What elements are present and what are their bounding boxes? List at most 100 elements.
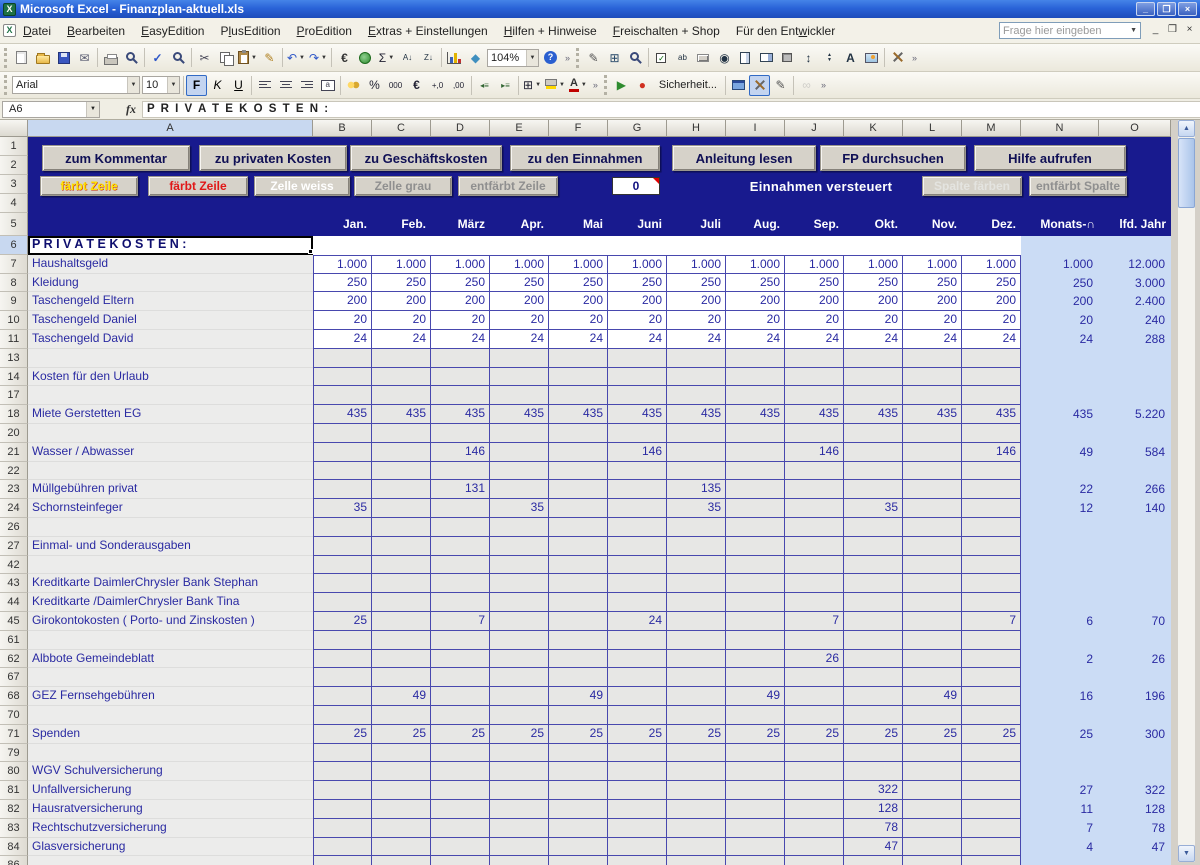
cell[interactable] — [608, 462, 667, 481]
column-header-M[interactable]: M — [962, 120, 1021, 137]
cell[interactable] — [549, 668, 608, 687]
cell[interactable]: 24 — [903, 330, 962, 349]
italic-button[interactable]: K — [207, 75, 228, 96]
year-cell[interactable] — [1099, 668, 1171, 687]
cell[interactable]: 250 — [372, 274, 431, 293]
cell[interactable] — [372, 574, 431, 593]
cell[interactable] — [490, 838, 549, 857]
row-header-82[interactable]: 82 — [0, 800, 28, 819]
cell[interactable] — [785, 744, 844, 763]
cell[interactable] — [313, 819, 372, 838]
cell[interactable] — [962, 518, 1021, 537]
row-label[interactable]: Kreditkarte /DaimlerChrysler Bank Tina — [28, 593, 313, 612]
cell[interactable] — [490, 687, 549, 706]
row-label[interactable]: Hausratversicherung — [28, 800, 313, 819]
insert-function-button[interactable]: fx — [126, 102, 136, 117]
cell[interactable] — [785, 518, 844, 537]
cell[interactable]: 35 — [844, 499, 903, 518]
cell[interactable] — [726, 800, 785, 819]
drawing-button[interactable]: ◆ — [465, 47, 486, 68]
cell[interactable] — [667, 518, 726, 537]
avg-cell[interactable] — [1021, 668, 1099, 687]
cell[interactable]: 200 — [549, 292, 608, 311]
row-label[interactable] — [28, 631, 313, 650]
cell[interactable] — [726, 612, 785, 631]
cell[interactable] — [313, 856, 372, 865]
cell[interactable] — [726, 537, 785, 556]
avg-cell[interactable] — [1021, 462, 1099, 481]
scrollbar-thumb[interactable] — [1178, 138, 1195, 208]
chart-wizard-button[interactable] — [444, 47, 465, 68]
properties-button[interactable]: ⊞ — [604, 47, 625, 68]
row-header-9[interactable]: 9 — [0, 292, 28, 311]
cell[interactable] — [313, 838, 372, 857]
cell[interactable] — [372, 368, 431, 387]
view-code-button[interactable] — [625, 47, 646, 68]
cell[interactable] — [785, 480, 844, 499]
row-label[interactable] — [28, 462, 313, 481]
avg-cell[interactable] — [1021, 706, 1099, 725]
cell[interactable] — [844, 650, 903, 669]
row-label[interactable]: Schornsteinfeger — [28, 499, 313, 518]
togglebutton-control-button[interactable] — [777, 47, 798, 68]
cell[interactable] — [608, 424, 667, 443]
cell[interactable]: 435 — [431, 405, 490, 424]
cell[interactable] — [667, 838, 726, 857]
avg-cell[interactable] — [1021, 556, 1099, 575]
toolbar-grip[interactable] — [604, 75, 607, 95]
cell[interactable] — [903, 462, 962, 481]
column-header-L[interactable]: L — [903, 120, 962, 137]
cell[interactable] — [431, 593, 490, 612]
cell[interactable] — [726, 781, 785, 800]
cell[interactable] — [844, 744, 903, 763]
cell[interactable] — [431, 706, 490, 725]
cell[interactable] — [549, 631, 608, 650]
cell[interactable]: 200 — [844, 292, 903, 311]
cell[interactable]: 24 — [785, 330, 844, 349]
cell[interactable]: 20 — [608, 311, 667, 330]
cell[interactable] — [372, 480, 431, 499]
sort-descending-button[interactable]: Z↓ — [418, 47, 439, 68]
cell[interactable] — [372, 424, 431, 443]
row-header-4[interactable]: 4 — [0, 194, 28, 213]
cell[interactable] — [549, 443, 608, 462]
cell[interactable] — [903, 518, 962, 537]
column-header-K[interactable]: K — [844, 120, 903, 137]
cell[interactable] — [785, 537, 844, 556]
avg-cell[interactable] — [1021, 744, 1099, 763]
cell[interactable] — [667, 612, 726, 631]
cell[interactable]: 20 — [667, 311, 726, 330]
cell[interactable] — [785, 236, 844, 255]
borders-button[interactable]: ⊞▼ — [521, 75, 543, 96]
cell[interactable] — [962, 499, 1021, 518]
year-cell[interactable]: 300 — [1099, 725, 1171, 744]
row-header-10[interactable]: 10 — [0, 311, 28, 330]
cell[interactable] — [726, 462, 785, 481]
row-header-61[interactable]: 61 — [0, 631, 28, 650]
align-right-button[interactable] — [296, 75, 317, 96]
cell[interactable] — [490, 762, 549, 781]
cell[interactable]: 1.000 — [903, 255, 962, 274]
row-label[interactable] — [28, 668, 313, 687]
nav-button-6[interactable]: FP durchsuchen — [820, 145, 966, 171]
month-header[interactable]: Jan. — [313, 213, 372, 236]
cell[interactable]: 146 — [785, 443, 844, 462]
row-header-7[interactable]: 7 — [0, 255, 28, 274]
cell[interactable]: 1.000 — [313, 255, 372, 274]
cell[interactable] — [962, 744, 1021, 763]
scroll-up-button[interactable]: ▲ — [1178, 120, 1195, 137]
row-label[interactable]: GEZ Fernsehgebühren — [28, 687, 313, 706]
cell[interactable] — [962, 386, 1021, 405]
cell[interactable]: 1.000 — [490, 255, 549, 274]
control-toolbox-button[interactable] — [749, 75, 770, 96]
more-controls-button[interactable] — [887, 47, 908, 68]
row-label[interactable]: Albbote Gemeindeblatt — [28, 650, 313, 669]
avg-cell[interactable] — [1021, 424, 1099, 443]
cell[interactable] — [313, 386, 372, 405]
month-header[interactable]: Mai — [549, 213, 608, 236]
cell[interactable] — [549, 762, 608, 781]
row-header-27[interactable]: 27 — [0, 537, 28, 556]
fill-color-button[interactable]: ▼ — [543, 75, 567, 96]
cell[interactable]: 131 — [431, 480, 490, 499]
cell[interactable] — [726, 368, 785, 387]
